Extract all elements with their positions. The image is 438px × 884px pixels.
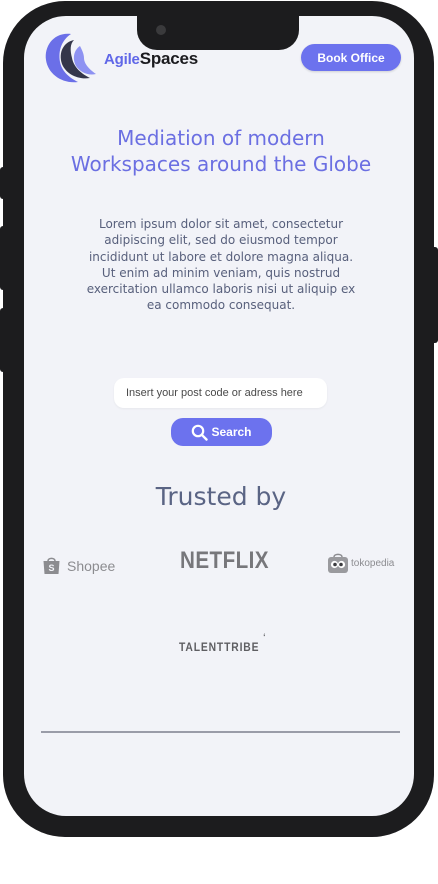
agilespaces-logo-icon[interactable] (40, 26, 102, 88)
talenttribe-logo: TALENTTRIBE ‘ (179, 632, 265, 654)
book-office-button[interactable]: Book Office (301, 44, 401, 71)
search-button[interactable]: Search (171, 418, 272, 446)
shopee-label: Shopee (67, 557, 116, 574)
front-camera (156, 25, 166, 35)
section-divider (41, 731, 400, 733)
svg-text:S: S (48, 563, 54, 573)
tokopedia-label: tokopedia (351, 557, 395, 569)
talenttribe-label: TALENTTRIBE (179, 640, 260, 654)
talenttribe-mark-icon: ‘ (263, 632, 267, 642)
brand-name-part2: Spaces (139, 49, 199, 68)
shopping-bag-icon: S (43, 557, 60, 574)
brand-name[interactable]: AgileSpaces (104, 49, 198, 70)
netflix-logo: NETFLIX (180, 547, 270, 574)
trusted-by-heading: Trusted by (155, 482, 287, 511)
brand-name-part1: Agile (104, 51, 140, 68)
owl-icon (328, 553, 348, 573)
tokopedia-logo: tokopedia (327, 552, 394, 574)
postcode-search-input[interactable] (114, 378, 327, 408)
search-icon (192, 424, 209, 441)
search-button-label: Search (211, 425, 252, 439)
hero-description: Lorem ipsum dolor sit amet, consectetur … (86, 217, 356, 313)
hero-title: Mediation of modern Workspaces around th… (70, 126, 372, 176)
shopee-logo: S Shopee (41, 555, 115, 576)
